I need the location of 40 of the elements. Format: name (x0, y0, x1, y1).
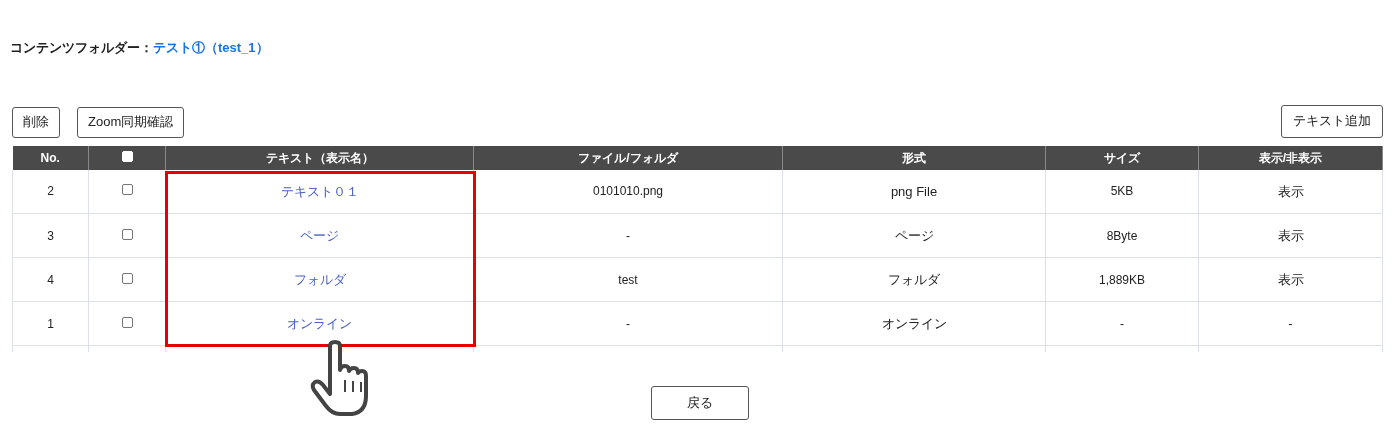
table-cell: - (1198, 301, 1383, 346)
column-header: ファイル/フォルダ (473, 145, 783, 170)
column-header: No. (12, 145, 89, 170)
folder-label: コンテンツフォルダー： (10, 39, 153, 57)
table-cell: png File (782, 169, 1046, 214)
table-cell: ページ (782, 213, 1046, 258)
table-cell: - (473, 213, 783, 258)
table-cell: オンライン (782, 301, 1046, 346)
table-cell: 表示 (1198, 169, 1383, 214)
zoom-sync-button[interactable]: Zoom同期確認 (77, 106, 185, 138)
add-text-button[interactable]: テキスト追加 (1281, 104, 1383, 138)
text-link[interactable]: ページ (300, 227, 339, 243)
table-cell: 1,889KB (1045, 257, 1199, 302)
column-header: テキスト（表示名） (165, 145, 474, 170)
table-cell: フォルダ (782, 257, 1046, 302)
checkbox[interactable] (121, 272, 133, 284)
table-cell: test (473, 257, 783, 302)
text-link[interactable]: オンライン (287, 315, 352, 331)
table-cell: - (473, 301, 783, 346)
checkbox[interactable] (121, 228, 133, 240)
folder-link[interactable]: テスト①（test_1） (153, 38, 269, 58)
back-button[interactable]: 戻る (650, 385, 749, 420)
table-cell: 表示 (1198, 257, 1383, 302)
column-header: 形式 (782, 145, 1046, 170)
table-cell: 2 (12, 169, 89, 214)
table-cell: 3 (12, 213, 89, 258)
table-cell: 0101010.png (473, 169, 783, 214)
table-cell: 1 (12, 301, 89, 346)
table-cell: 5KB (1045, 169, 1199, 214)
delete-button[interactable]: 削除 (12, 106, 60, 138)
text-link[interactable]: テキスト０１ (280, 183, 359, 199)
table-cell: 4 (12, 257, 89, 302)
checkbox[interactable] (121, 316, 133, 328)
checkbox[interactable] (121, 184, 133, 196)
table-cell: - (1045, 301, 1199, 346)
column-header: 表示/非表示 (1198, 145, 1383, 170)
table-cell: 表示 (1198, 213, 1383, 258)
table-cell: 8Byte (1045, 213, 1199, 258)
text-link[interactable]: フォルダ (293, 271, 346, 287)
column-header: サイズ (1045, 145, 1199, 170)
